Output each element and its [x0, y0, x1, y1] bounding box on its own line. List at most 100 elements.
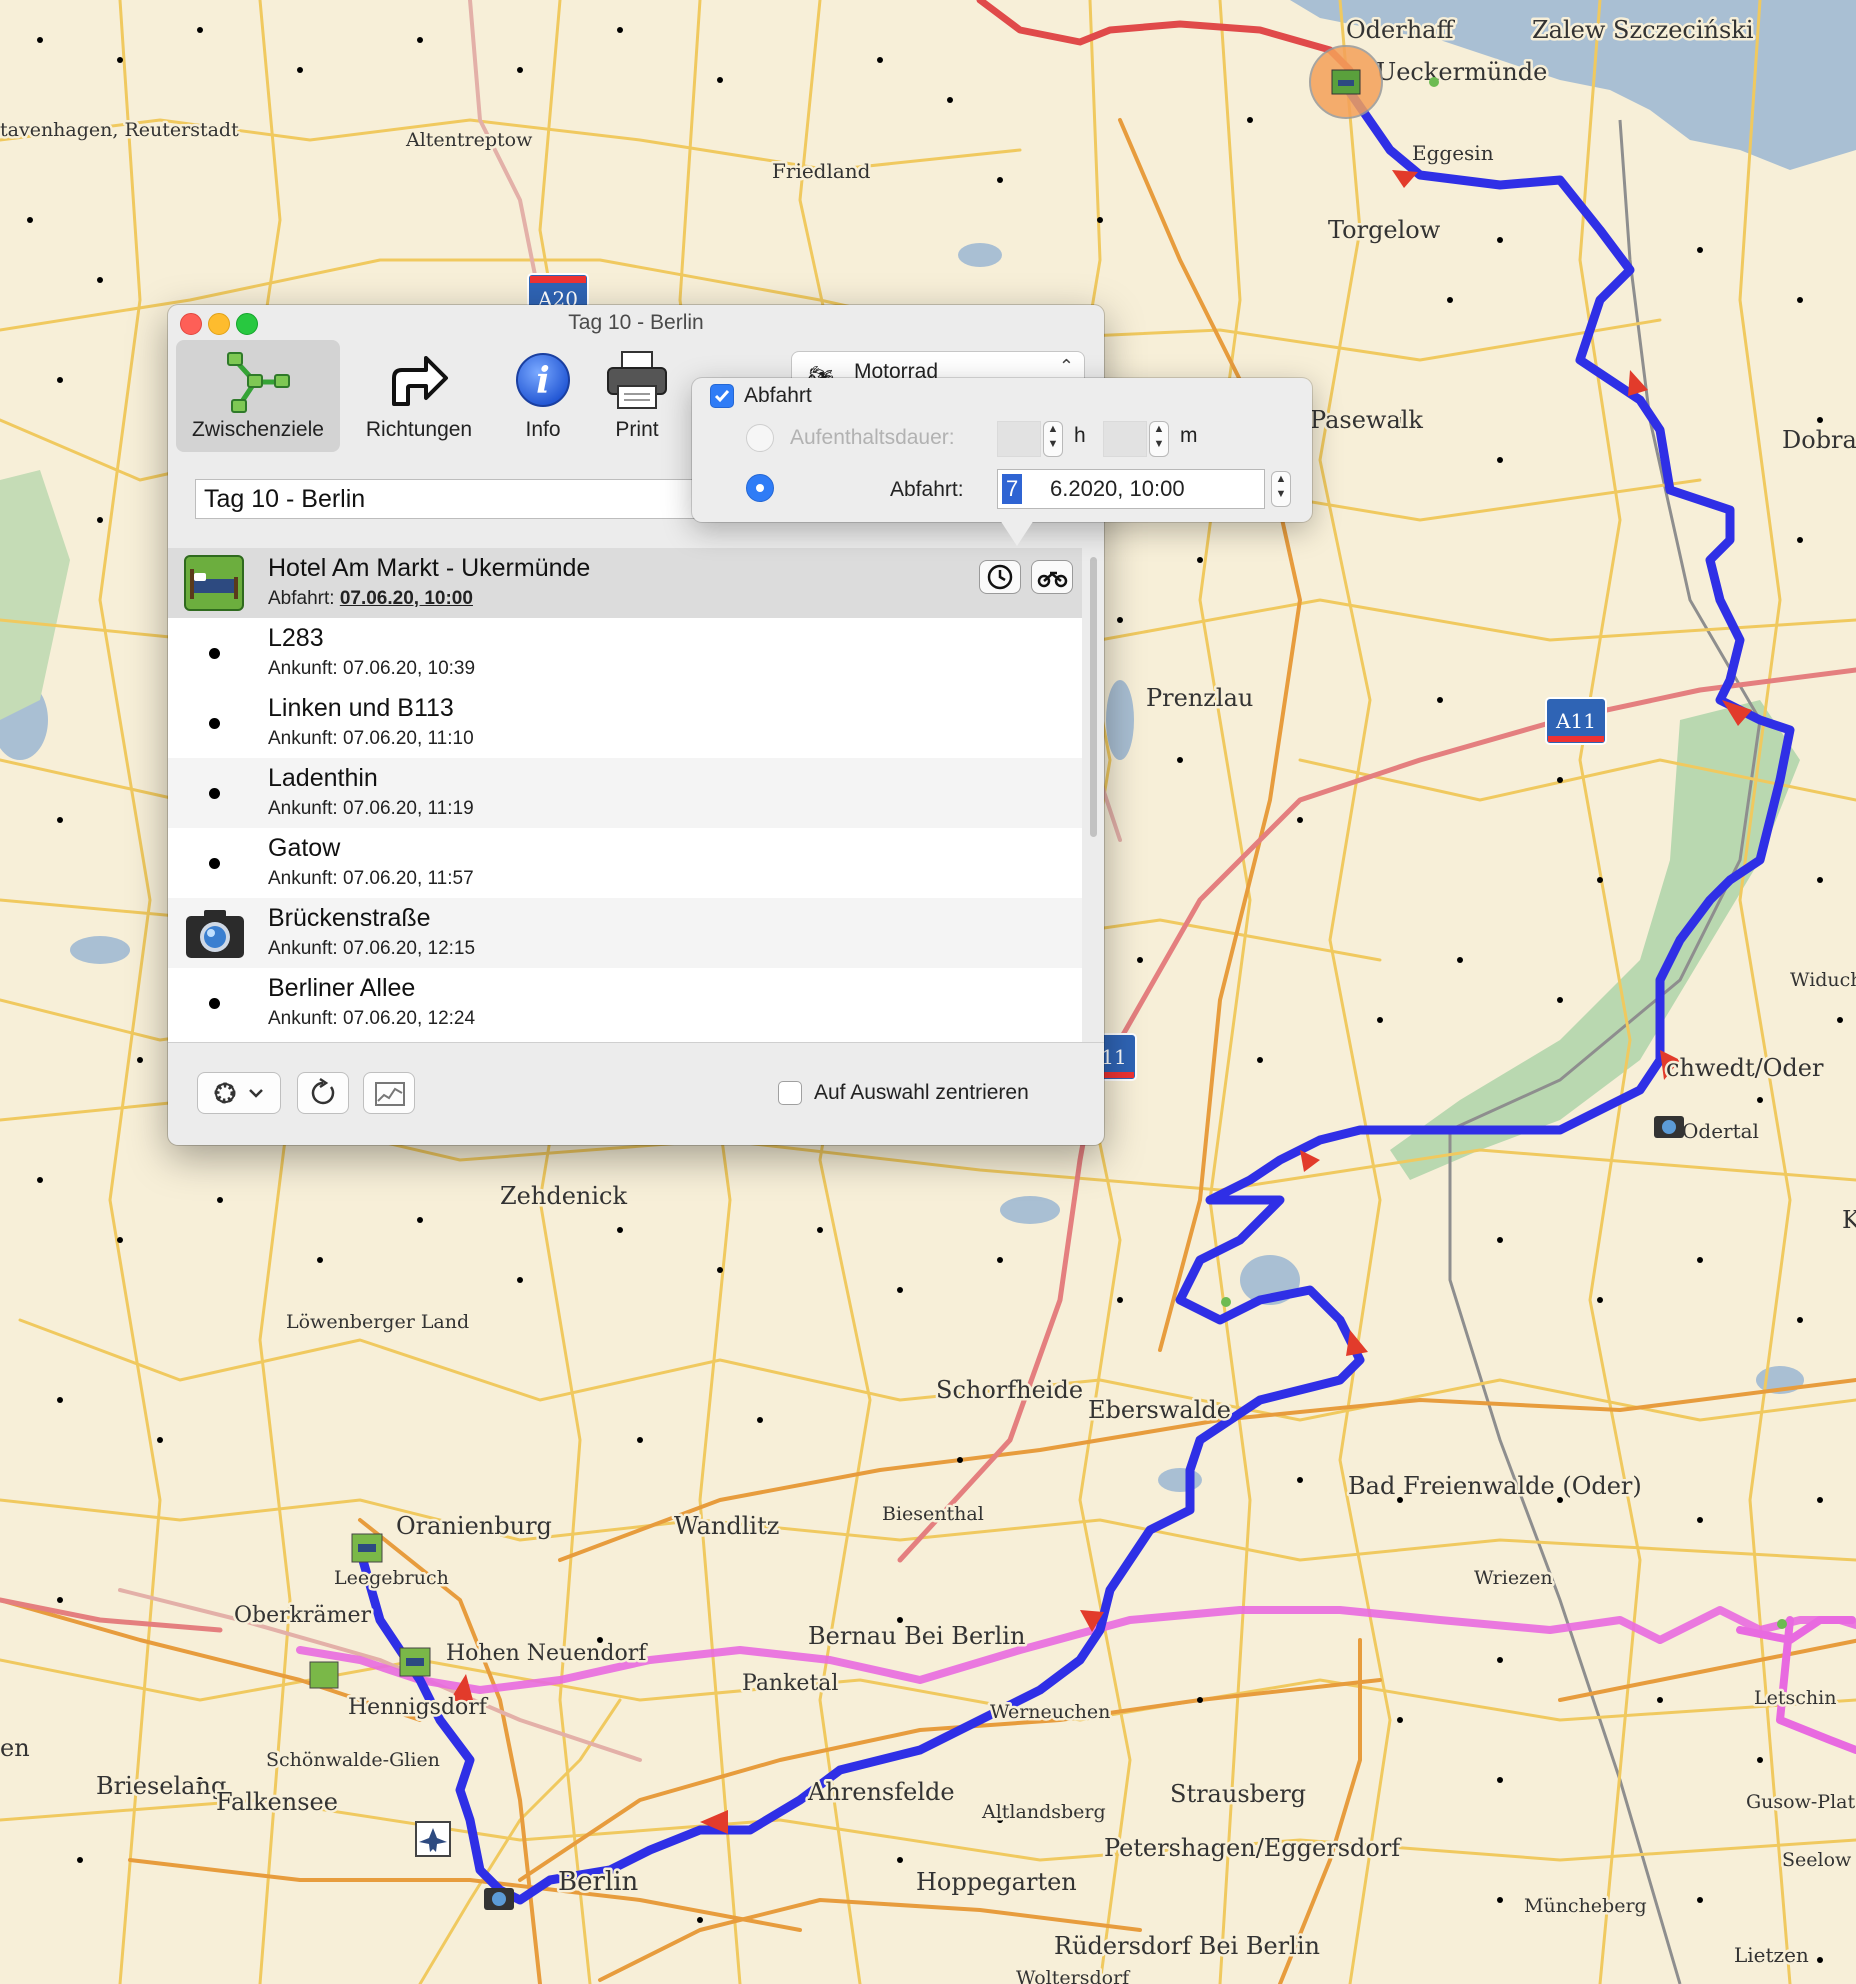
place-label: Letschin: [1754, 1687, 1836, 1709]
place-label: Altlandsberg: [981, 1801, 1106, 1823]
waypoint-dot: [1221, 1297, 1231, 1307]
camera-marker[interactable]: [484, 1888, 514, 1910]
place-label: Schorfheide: [936, 1376, 1083, 1404]
waypoint-row[interactable]: Hotel Am Markt - Ukermünde Abfahrt: 07.0…: [168, 548, 1082, 618]
waypoint-time: Abfahrt: 07.06.20, 10:00: [268, 588, 473, 609]
place-label: Torgelow: [1328, 216, 1441, 244]
zoom-button[interactable]: [236, 313, 258, 335]
list-divider: [168, 1042, 1104, 1043]
departure-checkbox[interactable]: [710, 384, 734, 408]
lake: [958, 243, 1002, 267]
place-label: Wandlitz: [674, 1512, 779, 1540]
start-hotel-marker[interactable]: [1309, 45, 1383, 119]
airport-marker: [415, 1821, 451, 1857]
close-button[interactable]: [180, 313, 202, 335]
waypoint-name: Linken und B113: [268, 694, 454, 722]
motorway-shield-11: 11: [1099, 1033, 1137, 1081]
place-label: Hohen Neuendorf: [446, 1641, 648, 1666]
list-scrollbar[interactable]: [1090, 557, 1097, 837]
camera-icon: [184, 906, 246, 965]
elevation-chart-icon: [375, 1082, 405, 1106]
waypoint-bullet-icon: [209, 858, 220, 869]
hotel-marker[interactable]: [399, 1647, 431, 1677]
place-label: Bernau Bei Berlin: [808, 1622, 1025, 1650]
printer-icon: [607, 351, 667, 409]
place-label: Prenzlau: [1146, 684, 1253, 712]
place-label: chwedt/Oder: [1666, 1054, 1824, 1082]
waypoint-time: Ankunft: 07.06.20, 11:57: [268, 868, 474, 889]
waypoint-time: Ankunft: 07.06.20, 10:39: [268, 658, 476, 679]
stay-minutes-field[interactable]: [1104, 422, 1146, 456]
waypoint-time: Ankunft: 07.06.20, 12:24: [268, 1008, 476, 1029]
place-label: Panketal: [742, 1671, 838, 1696]
place-label: Bad Freienwalde (Oder): [1348, 1472, 1642, 1500]
waypoint-name: L283: [268, 624, 324, 652]
place-label: Petershagen/Eggersdorf: [1104, 1834, 1402, 1862]
toolbar-label: Info: [525, 418, 561, 441]
place-label: Brieselang: [96, 1772, 226, 1800]
gear-icon: [214, 1082, 263, 1104]
waypoint-name: Berliner Allee: [268, 974, 416, 1002]
info-icon: i: [516, 353, 570, 407]
place-label: Berlin: [558, 1867, 639, 1897]
toolbar-print-button[interactable]: Print: [592, 340, 682, 452]
waypoint-name: Ladenthin: [268, 764, 378, 792]
waypoint-name: Brückenstraße: [268, 904, 431, 932]
place-label: Dobra: [1782, 426, 1856, 454]
departure-time-radio[interactable]: [746, 474, 774, 502]
waypoint-row[interactable]: Berliner Allee Ankunft: 07.06.20, 12:24: [168, 968, 1082, 1038]
place-label: Biesenthal: [882, 1503, 984, 1525]
place-label: Seelow: [1782, 1849, 1852, 1871]
waypoint-row[interactable]: L283 Ankunft: 07.06.20, 10:39: [168, 618, 1082, 688]
stay-duration-radio[interactable]: [746, 424, 774, 452]
place-label: Ueckermünde: [1376, 58, 1547, 86]
place-label: Eggesin: [1412, 141, 1494, 165]
green-marker[interactable]: [309, 1661, 339, 1689]
place-label: Ahrensfelde: [807, 1778, 955, 1806]
waypoint-bullet-icon: [209, 998, 220, 1009]
minutes-stepper[interactable]: ▲ ▼: [1150, 422, 1168, 456]
hours-unit-label: h: [1074, 424, 1086, 447]
popover-arrow: [1000, 520, 1034, 546]
lake: [1158, 1468, 1202, 1492]
refresh-button[interactable]: [298, 1073, 348, 1113]
motorway-shield-a11: A11: [1545, 697, 1607, 745]
camera-marker[interactable]: [1654, 1116, 1684, 1138]
place-label: Werneuchen: [990, 1701, 1110, 1723]
toolbar-directions-button[interactable]: Richtungen: [344, 340, 494, 452]
elevation-profile-button[interactable]: [364, 1073, 414, 1113]
place-label: Lietzen: [1734, 1943, 1809, 1967]
waypoint-row[interactable]: Linken und B113 Ankunft: 07.06.20, 11:10: [168, 688, 1082, 758]
lake: [70, 936, 130, 964]
place-label: en: [0, 1734, 30, 1762]
toolbar-waypoints-button[interactable]: Zwischenziele: [176, 340, 340, 452]
place-label: Eberswalde: [1088, 1396, 1231, 1424]
toolbar-info-button[interactable]: i Info: [498, 340, 588, 452]
place-label: Löwenberger Land: [286, 1311, 469, 1333]
hotel-marker[interactable]: [351, 1533, 383, 1563]
place-label: Müncheberg: [1524, 1895, 1647, 1917]
actions-menu-button[interactable]: [198, 1073, 280, 1113]
date-day-segment[interactable]: 7: [1002, 474, 1023, 504]
waypoint-row[interactable]: Brückenstraße Ankunft: 07.06.20, 12:15: [168, 898, 1082, 968]
svg-text:A11: A11: [1555, 709, 1596, 733]
minimize-button[interactable]: [208, 313, 230, 335]
waypoint-list[interactable]: Hotel Am Markt - Ukermünde Abfahrt: 07.0…: [168, 548, 1082, 1042]
place-label: Strausberg: [1170, 1780, 1306, 1808]
departure-time-label: Abfahrt:: [890, 478, 964, 501]
waypoint-time: Ankunft: 07.06.20, 11:10: [268, 728, 474, 749]
waypoint-row[interactable]: Ladenthin Ankunft: 07.06.20, 11:19: [168, 758, 1082, 828]
stay-hours-field[interactable]: [998, 422, 1040, 456]
waypoint-row[interactable]: Gatow Ankunft: 07.06.20, 11:57: [168, 828, 1082, 898]
chevron-up-down-icon: ⌃: [1058, 356, 1074, 376]
departure-date-input[interactable]: 7 6.2020, 10:00: [998, 470, 1264, 508]
vehicle-button[interactable]: [1032, 561, 1072, 593]
hours-stepper[interactable]: ▲ ▼: [1044, 422, 1062, 456]
date-stepper[interactable]: ▲ ▼: [1272, 472, 1290, 506]
departure-time-button[interactable]: [980, 561, 1020, 593]
date-rest-segment[interactable]: 6.2020, 10:00: [1050, 470, 1185, 508]
lake: [1000, 1196, 1060, 1224]
center-selection-checkbox[interactable]: [778, 1081, 802, 1105]
waypoint-time: Ankunft: 07.06.20, 12:15: [268, 938, 476, 959]
waypoint-name: Gatow: [268, 834, 341, 862]
